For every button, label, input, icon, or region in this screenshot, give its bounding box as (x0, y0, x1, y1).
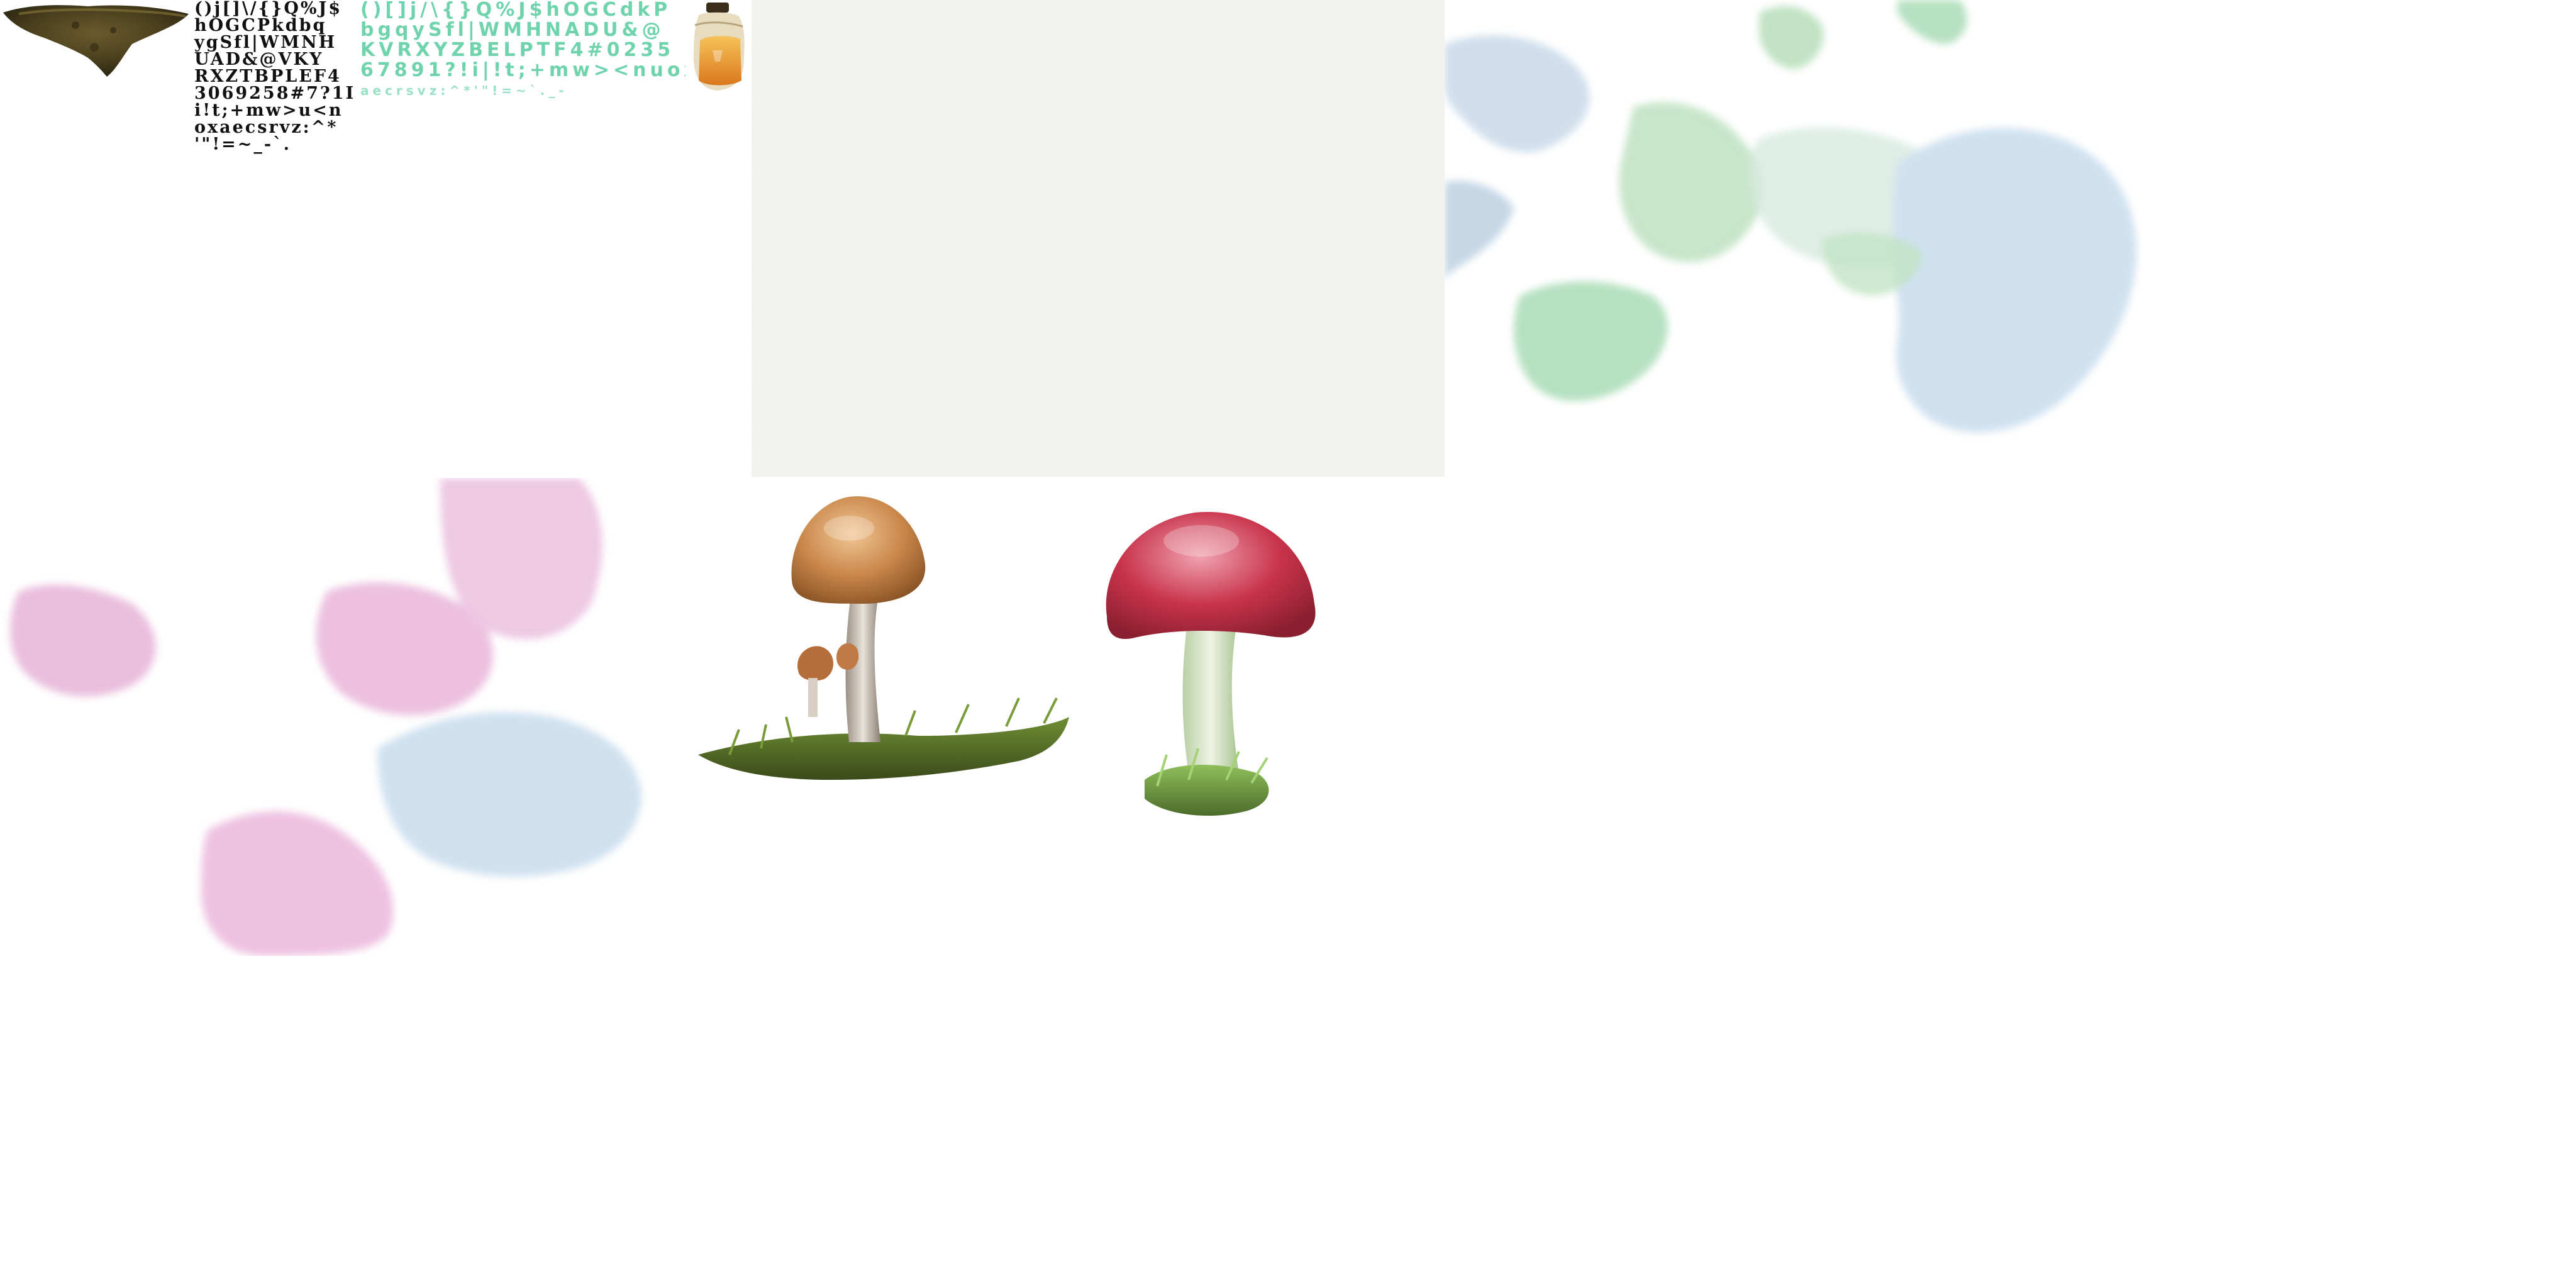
glyph-row: '"!=~_-`. (194, 135, 292, 154)
watercolor-splash-pink-blue-sprite (0, 478, 692, 956)
glyph-row: i!t;+mw>u<n (194, 101, 343, 120)
glyph-sheet-teal: ()[]j/\{}Q%J$hOGCdkP bgqySfl|WMHNADU&@ K… (355, 0, 686, 107)
mushroom-red-sprite (1094, 484, 1346, 830)
glyph-row: RXZTBPLEF4 (194, 67, 341, 86)
glyph-row: 67891?!i|!t;+mw><nuox (360, 59, 686, 81)
glyph-row: UAD&@VKY (194, 50, 324, 69)
glyph-row: ygSfl|WMNH (194, 33, 337, 52)
glyph-row: ()j[]\/{}Q%J$ (194, 0, 343, 18)
glyph-row: aecrsvz:^*'"!=~`._- (360, 83, 568, 98)
honey-jar-sprite (687, 0, 748, 94)
earth-clump-sprite (0, 0, 192, 79)
glyph-sheet-black: ()j[]\/{}Q%J$ hOGCPkdbq ygSfl|WMNH UAD&@… (192, 0, 355, 160)
glyph-row: hOGCPkdbq (194, 16, 327, 35)
mushroom-brown-cluster-sprite (692, 478, 1082, 805)
glyph-row: KVRXYZBELPTF4#0235 (360, 39, 675, 61)
glyph-row: bgqySfl|WMHNADU&@ (360, 19, 665, 41)
glyph-row: ()[]j/\{}Q%J$hOGCdkP (360, 0, 672, 21)
glyph-row: oxaecsrvz:^* (194, 118, 338, 137)
watercolor-splash-blue-green-sprite (1445, 0, 2141, 477)
paper-texture-sprite (752, 0, 1445, 477)
glyph-row: 3069258#7?1I (194, 84, 355, 103)
